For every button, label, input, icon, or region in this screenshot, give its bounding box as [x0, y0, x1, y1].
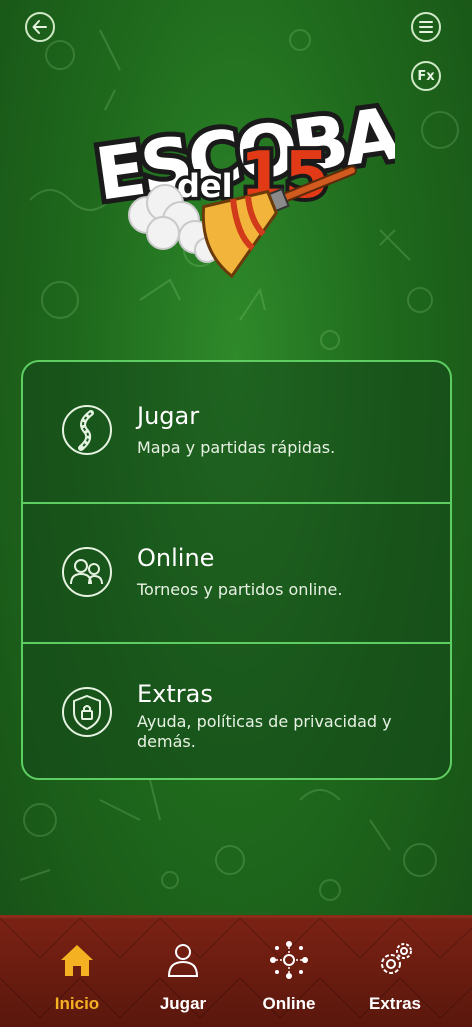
tab-label: Online [262, 994, 316, 1013]
users-icon [62, 547, 112, 597]
logo-word-del: del [177, 167, 233, 205]
fx-label: Fx [417, 68, 435, 84]
escoba-del-15-logo: ESCOBA del 15 [86, 86, 395, 279]
tab-online[interactable]: Online [230, 918, 348, 1027]
menu-item-subtitle: Mapa y partidas rápidas. [137, 438, 336, 457]
menu-item-subtitle: Ayuda, políticas de privacidad y demás. [137, 712, 392, 751]
menu-item-jugar[interactable]: Jugar Mapa y partidas rápidas. [23, 362, 450, 502]
shield-lock-icon [62, 687, 112, 737]
home-icon [61, 945, 93, 976]
fx-button[interactable]: Fx [411, 61, 441, 91]
tab-label: Inicio [54, 994, 100, 1013]
menu-item-title: Jugar [137, 402, 200, 430]
menu-item-title: Online [137, 544, 215, 572]
menu-button[interactable] [411, 12, 441, 42]
main-menu-panel: Jugar Mapa y partidas rápidas. Online To… [21, 360, 452, 780]
tab-label: Extras [369, 994, 421, 1013]
gears-icon [381, 943, 412, 974]
tab-jugar[interactable]: Jugar [124, 918, 242, 1027]
hamburger-menu-icon [419, 21, 433, 33]
bottom-tab-bar: Inicio Jugar Online Extras [0, 915, 472, 1027]
tab-extras[interactable]: Extras [336, 918, 454, 1027]
arrow-left-icon [32, 20, 47, 34]
network-icon [270, 941, 308, 979]
back-button[interactable] [25, 12, 55, 42]
menu-item-title: Extras [137, 680, 213, 708]
tab-inicio[interactable]: Inicio [18, 918, 136, 1027]
map-path-icon [62, 405, 112, 455]
menu-item-subtitle: Torneos y partidos online. [137, 580, 343, 599]
menu-item-online[interactable]: Online Torneos y partidos online. [23, 502, 450, 644]
menu-item-extras[interactable]: Extras Ayuda, políticas de privacidad y … [23, 642, 450, 778]
tab-label: Jugar [159, 994, 207, 1013]
user-icon [167, 944, 199, 977]
